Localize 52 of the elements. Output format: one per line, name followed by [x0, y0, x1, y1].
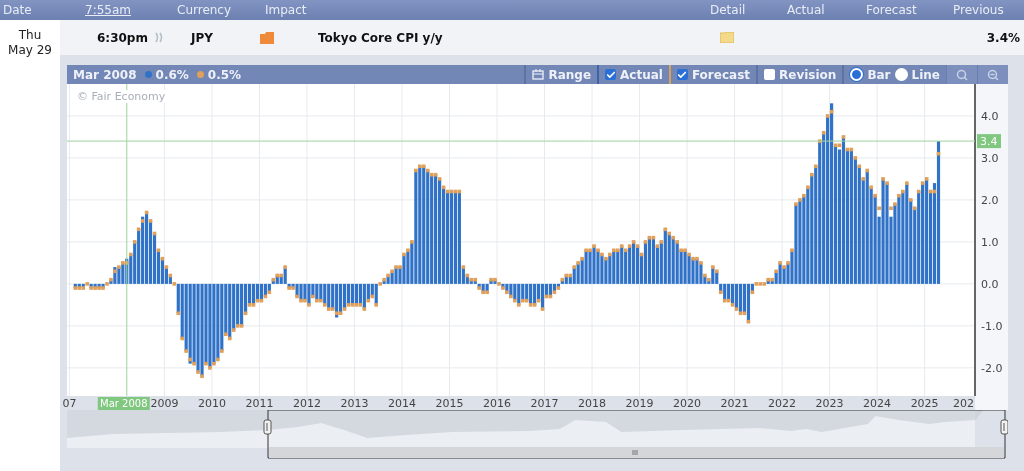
- axis-label: 2020: [673, 397, 702, 410]
- cursor-date: Mar 2008: [73, 67, 137, 82]
- chart-credit: © Fair Economy: [77, 90, 166, 103]
- mode-option[interactable]: Bar: [867, 67, 891, 82]
- event-time: 6:30pm: [97, 30, 149, 45]
- axis-label: 2011: [245, 397, 274, 410]
- axis-label: -2.0: [981, 361, 1003, 375]
- series-toggle[interactable]: Forecast: [691, 67, 750, 82]
- reference-label: 3.4: [977, 134, 1001, 149]
- axis-label: 2009: [150, 397, 179, 410]
- column-header: Date: [2, 3, 32, 17]
- axis-label: 2024: [863, 397, 892, 410]
- axis-label: -1.0: [981, 319, 1003, 333]
- axis-label: 2016: [483, 397, 511, 410]
- event-date: May 29: [8, 43, 52, 58]
- event-currency: JPY: [191, 30, 214, 45]
- axis-label: 2015: [435, 397, 464, 410]
- series-toggle[interactable]: Actual: [620, 67, 663, 82]
- axis-label: 2022: [768, 397, 797, 410]
- axis-label: 2014: [388, 397, 416, 410]
- column-header: Actual: [787, 3, 825, 17]
- column-header: Impact: [265, 3, 307, 17]
- axis-label: 2025: [910, 397, 939, 410]
- axis-label: 2010: [197, 397, 226, 410]
- column-header: Detail: [710, 3, 746, 17]
- axis-label: 2012: [292, 397, 321, 410]
- column-header: Previous: [953, 3, 1004, 17]
- axis-label: 2019: [625, 397, 654, 410]
- axis-label: 07: [62, 397, 77, 410]
- axis-label: 4.0: [981, 109, 999, 123]
- axis-label: 0.0: [981, 277, 999, 291]
- previous-value: 3.4%: [986, 30, 1020, 45]
- range-button[interactable]: Range: [532, 67, 591, 82]
- axis-label: 2013: [340, 397, 369, 410]
- crosshair-label: Mar 2008: [97, 397, 150, 410]
- time-link[interactable]: 7:55am: [85, 3, 131, 17]
- axis-label: 3.0: [981, 151, 999, 165]
- mode-option[interactable]: Line: [911, 67, 940, 82]
- event-day: Thu: [18, 28, 42, 43]
- column-header: Currency: [177, 3, 232, 17]
- series-toggle[interactable]: Revision: [779, 67, 837, 82]
- axis-label: 2.0: [981, 193, 999, 207]
- axis-label: 202: [953, 397, 974, 410]
- axis-label: 2021: [720, 397, 749, 410]
- series-reading: 0.6%: [155, 67, 189, 82]
- event-title[interactable]: Tokyo Core CPI y/y: [318, 30, 720, 45]
- series-reading: 0.5%: [207, 67, 242, 82]
- axis-label: 2023: [815, 397, 844, 410]
- axis-label: 2017: [530, 397, 559, 410]
- column-header: Forecast: [866, 3, 917, 17]
- axis-label: 1.0: [981, 235, 999, 249]
- axis-label: 2018: [578, 397, 607, 410]
